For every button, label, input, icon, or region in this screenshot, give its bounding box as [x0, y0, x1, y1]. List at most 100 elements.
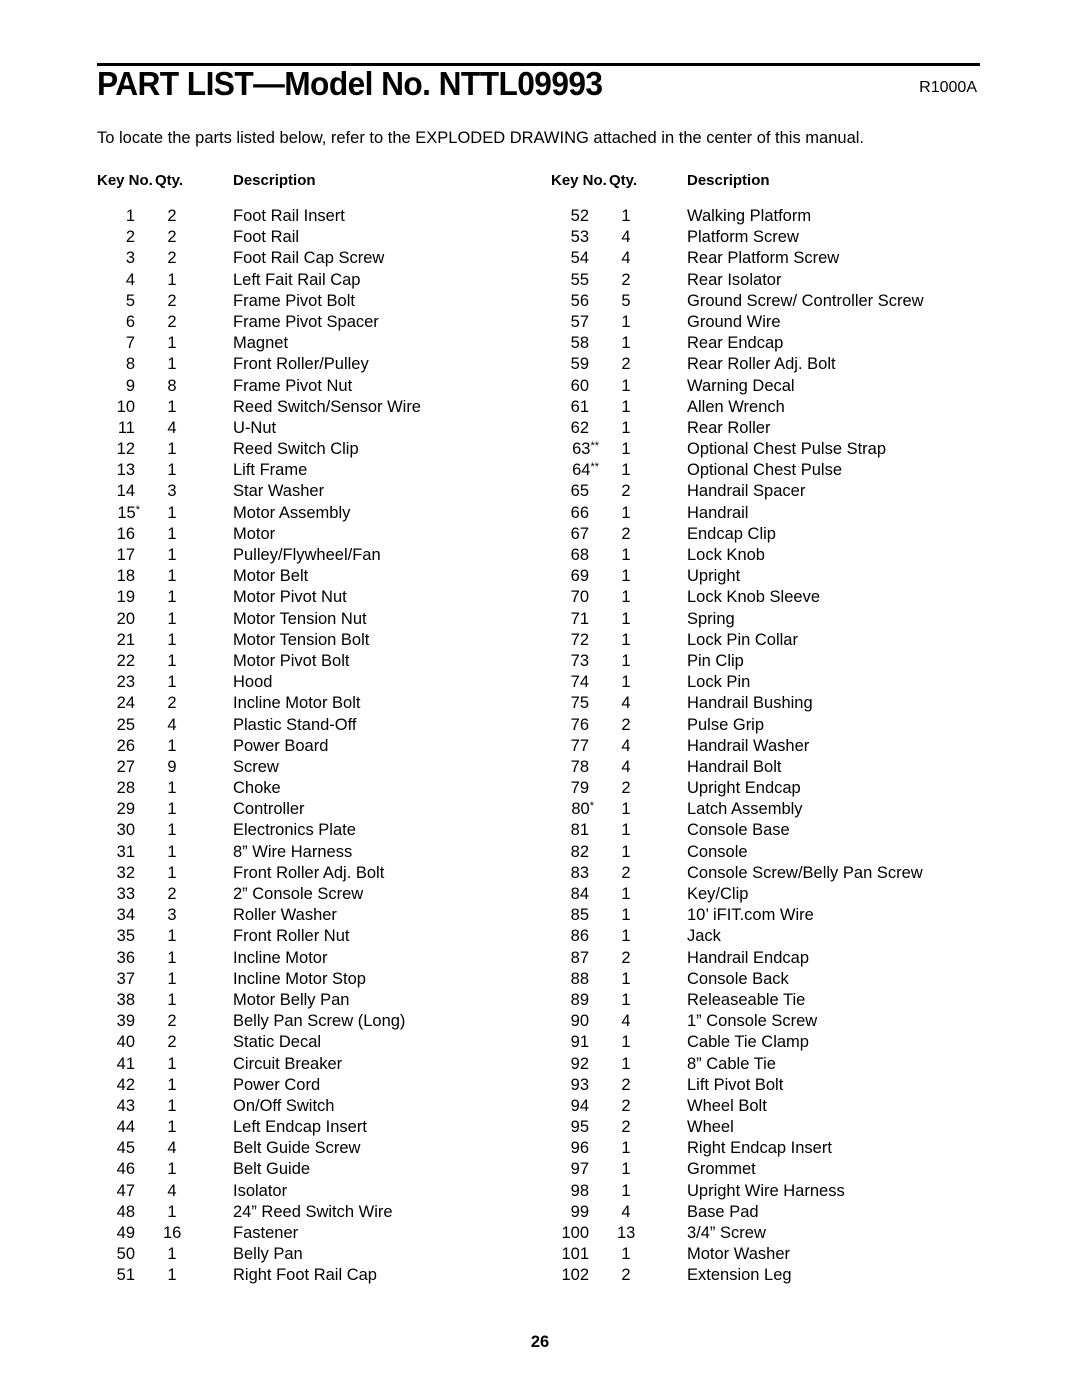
part-key-no: 31 [97, 842, 135, 863]
part-description: Lock Knob [687, 546, 765, 564]
key-footnote-mark: ** [590, 461, 599, 474]
key-number: 41 [116, 1054, 135, 1073]
part-qty: 2 [621, 863, 631, 882]
part-qty: 1 [621, 842, 631, 861]
part-description: Power Board [233, 736, 329, 755]
part-description: Right Foot Rail Cap [233, 1266, 377, 1285]
part-description: Wheel [687, 1118, 734, 1137]
part-description: Endcap Clip [687, 524, 776, 543]
key-number: 55 [570, 270, 589, 289]
part-key-no: 100 [551, 1223, 589, 1244]
key-number: 86 [570, 927, 589, 946]
part-description: Static Decal [233, 1033, 322, 1052]
part-qty: 1 [621, 1181, 631, 1200]
key-number: 38 [116, 990, 135, 1009]
part-key-no: 11 [97, 418, 135, 439]
part-qty: 1 [621, 651, 631, 670]
part-description: Spring [687, 609, 735, 628]
part-key-no: 19 [97, 587, 135, 608]
part-key-no: 54 [551, 248, 589, 269]
part-qty: 4 [621, 1012, 631, 1031]
part-description: Front Roller Adj. Bolt [233, 863, 385, 882]
part-qty: 4 [621, 228, 631, 247]
key-number: 37 [116, 969, 135, 988]
part-qty: 1 [621, 503, 631, 522]
part-qty: 1 [167, 630, 177, 649]
key-number: 45 [116, 1139, 135, 1158]
key-number: 7 [125, 334, 135, 353]
part-key-no: 43 [97, 1096, 135, 1117]
part-qty: 1 [167, 609, 177, 628]
key-number: 92 [570, 1054, 589, 1073]
part-description: Motor Washer [687, 1245, 790, 1264]
key-number: 59 [570, 355, 589, 374]
part-key-no: 53 [551, 227, 589, 248]
part-qty: 1 [167, 651, 177, 670]
part-description: Left Fait Rail Cap [233, 270, 361, 289]
part-key-no: 29 [97, 799, 135, 820]
part-key-no: 81 [551, 820, 589, 841]
part-description: 2” Console Screw [233, 885, 364, 903]
part-key-no: 18 [97, 566, 135, 587]
part-description: Electronics Plate [233, 821, 356, 840]
part-qty: 1 [621, 630, 631, 649]
key-number: 23 [116, 673, 135, 692]
part-qty: 1 [621, 1245, 631, 1264]
part-qty: 1 [621, 673, 631, 692]
part-key-no: 24 [97, 693, 135, 714]
part-key-no: 94 [551, 1096, 589, 1117]
part-description: Belly Pan [233, 1245, 303, 1264]
part-key-no: 23 [97, 672, 135, 693]
part-key-no: 92 [551, 1054, 589, 1075]
part-key-no: 15* [102, 503, 140, 524]
part-description: Motor [233, 524, 276, 543]
part-key-no: 66 [551, 503, 589, 524]
part-qty: 1 [167, 990, 177, 1009]
key-number: 97 [570, 1160, 589, 1179]
part-qty: 1 [621, 990, 631, 1009]
part-key-no: 51 [97, 1265, 135, 1286]
part-qty: 1 [167, 588, 177, 607]
page-number: 26 [530, 1333, 550, 1351]
part-description: Handrail Bushing [687, 694, 813, 713]
part-key-no: 21 [97, 630, 135, 651]
key-number: 67 [570, 524, 589, 543]
part-qty: 1 [167, 546, 177, 564]
part-key-no: 30 [97, 820, 135, 841]
part-description: Front Roller/Pulley [233, 355, 369, 374]
part-description: Rear Endcap [687, 334, 784, 353]
part-qty: 1 [621, 207, 631, 225]
key-number: 70 [570, 588, 589, 607]
part-description: Incline Motor Stop [233, 969, 366, 988]
key-footnote-mark: ** [590, 440, 599, 453]
part-key-no: 67 [551, 524, 589, 545]
part-key-no: 98 [551, 1181, 589, 1202]
part-qty: 1 [167, 334, 177, 353]
key-number: 10 [116, 397, 135, 416]
part-key-no: 7 [97, 333, 135, 354]
part-description: Incline Motor [233, 948, 328, 967]
part-key-no: 70 [551, 587, 589, 608]
key-number: 87 [570, 948, 589, 967]
key-number: 31 [116, 842, 135, 861]
part-qty: 1 [167, 1118, 177, 1137]
key-number: 94 [570, 1096, 589, 1115]
part-key-no: 40 [97, 1032, 135, 1053]
key-number: 75 [570, 694, 589, 713]
part-key-no: 90 [551, 1011, 589, 1032]
part-description: Lock Knob Sleeve [687, 588, 821, 607]
part-qty: 1 [621, 969, 631, 988]
part-key-no: 44 [97, 1117, 135, 1138]
part-description: 1” Console Screw [687, 1012, 818, 1031]
key-number: 80 [571, 800, 590, 819]
part-qty: 1 [621, 588, 631, 607]
part-description: Rear Platform Screw [687, 249, 840, 268]
part-description: Console Back [687, 969, 789, 988]
part-description: Rear Isolator [687, 270, 782, 289]
part-description: Plastic Stand-Off [233, 715, 357, 734]
part-key-no: 47 [97, 1181, 135, 1202]
part-qty: 2 [621, 524, 631, 543]
part-key-no: 87 [551, 948, 589, 969]
part-qty: 1 [167, 1054, 177, 1073]
part-key-no: 64** [561, 460, 599, 481]
